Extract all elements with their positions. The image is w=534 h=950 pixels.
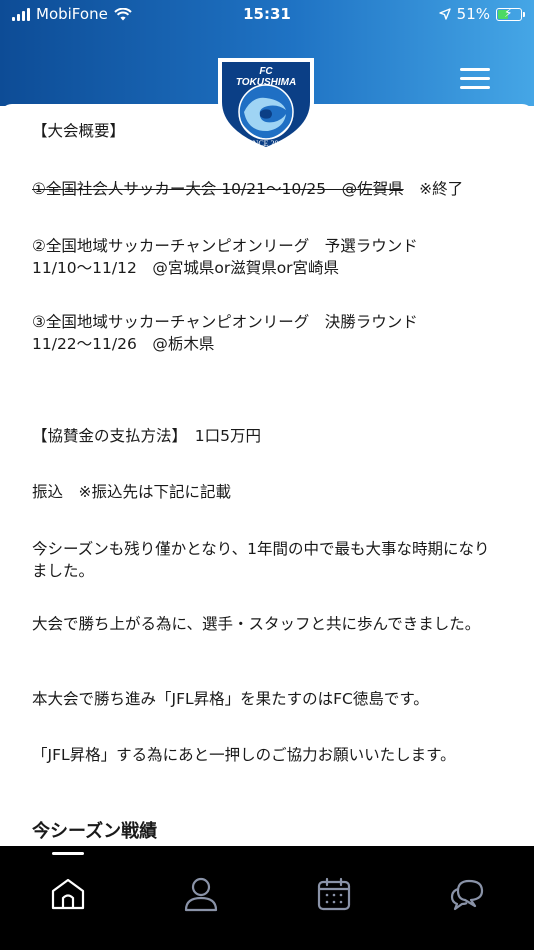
active-tab-indicator: [52, 852, 84, 855]
article-content: 【大会概要】 ①全国社会人サッカー大会 10/21～10/25 @佐賀県 ※終了…: [0, 104, 534, 849]
chat-icon: [450, 879, 484, 911]
transfer-note: 振込 ※振込先は下記に記載: [32, 483, 231, 501]
tab-chat[interactable]: [437, 864, 497, 924]
paragraph-2: 大会で勝ち上がる為に、選手・スタッフと共に歩んできました。: [32, 615, 481, 633]
svg-text:SINCE 2016: SINCE 2016: [245, 139, 286, 148]
bottom-tab-bar: [0, 846, 534, 950]
location-arrow-icon: [438, 8, 451, 20]
paragraph-4: 「JFL昇格」する為にあと一押しのご協力お願いいたします。: [32, 746, 456, 764]
tournament-item-3: ③全国地域サッカーチャンピオンリーグ 決勝ラウンド 11/22～11/26 @栃…: [32, 313, 418, 353]
svg-text:★: ★: [229, 127, 236, 136]
home-icon: [51, 878, 85, 910]
tab-home[interactable]: [38, 864, 98, 924]
payment-method: 【協賛金の支払方法】 1口5万円: [32, 427, 261, 445]
tournament-item-2: ②全国地域サッカーチャンピオンリーグ 予選ラウンド 11/10～11/12 @宮…: [32, 237, 418, 277]
season-record-heading: 今シーズン戦績: [32, 821, 158, 842]
svg-text:★: ★: [296, 127, 303, 136]
calendar-icon: [317, 877, 351, 911]
club-crest-logo[interactable]: FC TOKUSHIMA SINCE 2016 ★ ★: [212, 52, 320, 154]
tab-schedule[interactable]: [304, 864, 364, 924]
app-screen: MobiFone 15:31 51% ⚡ 【大会概要】 ①全国社会人サッカー大会…: [0, 0, 534, 950]
tab-profile[interactable]: [171, 864, 231, 924]
tournament-item-1: ①全国社会人サッカー大会 10/21～10/25 @佐賀県 ※終了: [32, 178, 502, 200]
paragraph-3: 本大会で勝ち進み「JFL昇格」を果たすのはFC徳島です。: [32, 690, 429, 708]
status-right: 51% ⚡: [438, 5, 525, 23]
tournament-item-1-text: ①全国社会人サッカー大会 10/21～10/25 @佐賀県: [32, 180, 404, 198]
hamburger-menu-button[interactable]: [460, 68, 490, 90]
paragraph-1: 今シーズンも残り僅かとなり、1年間の中で最も大事な時期になりました。: [32, 540, 490, 580]
tournament-item-1-status: ※終了: [403, 180, 464, 198]
battery-icon: ⚡: [496, 6, 525, 21]
user-icon: [184, 877, 218, 912]
battery-percent: 51%: [456, 5, 490, 23]
status-bar: MobiFone 15:31 51% ⚡: [0, 0, 534, 30]
svg-text:FC: FC: [259, 66, 273, 77]
